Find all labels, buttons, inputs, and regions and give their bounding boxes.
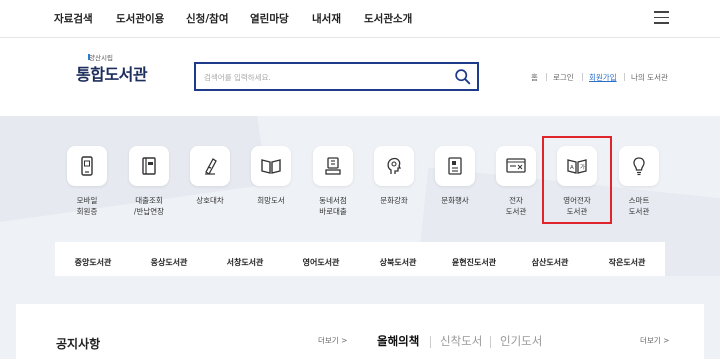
notice-more-link[interactable]: 더보기 > bbox=[318, 335, 347, 346]
quick-item-culture-lecture[interactable]: 문화강좌 bbox=[363, 146, 425, 206]
highlight-box bbox=[542, 136, 612, 224]
login-link[interactable]: 로그인 bbox=[553, 72, 574, 83]
notice-title: 공지사항 bbox=[56, 337, 101, 351]
logo-title: 통합도서관 bbox=[76, 65, 148, 84]
quick-item-label: 전자 도서관 bbox=[505, 196, 527, 216]
monitor-icon bbox=[506, 158, 526, 173]
quick-item-interlibrary-loan[interactable]: 상호대차 bbox=[179, 146, 241, 206]
quick-item-label: 문화강좌 bbox=[380, 196, 408, 205]
nav-item-apply[interactable]: 신청/참여 bbox=[186, 11, 228, 26]
join-link[interactable]: 회원가입 bbox=[589, 72, 617, 83]
nav-item-about[interactable]: 도서관소개 bbox=[364, 11, 412, 26]
tab-new-books[interactable]: 신착도서 bbox=[440, 333, 482, 349]
divider bbox=[490, 336, 491, 348]
nav-item-open-forum[interactable]: 열린마당 bbox=[250, 11, 289, 26]
quick-item-label: 모바일 회원증 bbox=[76, 196, 98, 216]
quick-item-label: 대출조회 /반납연장 bbox=[133, 196, 165, 216]
pen-exchange-icon bbox=[205, 158, 217, 175]
header: 양산시립 통합도서관 홈 로그인 회원가입 나의 도서관 bbox=[0, 38, 720, 116]
quick-item-smart-library[interactable]: 스마트 도서관 bbox=[608, 146, 670, 217]
home-link[interactable]: 홈 bbox=[531, 72, 538, 83]
quick-item-e-library[interactable]: 전자 도서관 bbox=[485, 146, 547, 217]
search-icon[interactable] bbox=[454, 68, 471, 85]
quick-item-wish-book[interactable]: 희망도서 bbox=[240, 146, 302, 206]
divider bbox=[582, 73, 583, 81]
quick-item-label: 동네서점 바로대출 bbox=[319, 196, 347, 216]
divider bbox=[430, 336, 431, 348]
books-more-link[interactable]: 더보기 > bbox=[640, 335, 669, 346]
tab-book-of-year[interactable]: 올해의책 bbox=[377, 333, 419, 349]
nav-item-my-library[interactable]: 내서재 bbox=[312, 11, 341, 26]
quick-item-culture-event[interactable]: 문화행사 bbox=[424, 146, 486, 206]
top-navigation: 자료검색 도서관이용 신청/참여 열린마당 내서재 도서관소개 bbox=[0, 0, 720, 38]
head-lecture-icon bbox=[387, 157, 402, 174]
search-input[interactable] bbox=[204, 69, 439, 85]
bookstore-icon bbox=[325, 157, 341, 175]
quick-item-label: 상호대차 bbox=[196, 196, 224, 205]
logo[interactable]: 양산시립 통합도서관 bbox=[76, 52, 148, 94]
tab-popular-books[interactable]: 인기도서 bbox=[500, 333, 542, 349]
open-book-icon bbox=[261, 159, 281, 174]
quick-item-label: 스마트 도서관 bbox=[628, 196, 650, 216]
my-library-link[interactable]: 나의 도서관 bbox=[631, 72, 668, 83]
mobile-card-icon bbox=[81, 156, 93, 176]
book-loan-icon bbox=[142, 157, 156, 175]
nav-item-library-use[interactable]: 도서관이용 bbox=[116, 11, 164, 26]
lightbulb-icon bbox=[633, 157, 645, 176]
divider bbox=[546, 73, 547, 81]
quick-item-label: 문화행사 bbox=[441, 196, 469, 205]
quick-item-loan-status[interactable]: 대출조회 /반납연장 bbox=[118, 146, 180, 217]
hamburger-menu-icon[interactable] bbox=[654, 11, 669, 24]
divider bbox=[624, 73, 625, 81]
nav-item-search[interactable]: 자료검색 bbox=[54, 11, 93, 26]
event-document-icon bbox=[448, 157, 462, 175]
quick-item-mobile-card[interactable]: 모바일 회원증 bbox=[56, 146, 118, 217]
quick-item-local-bookstore[interactable]: 동네서점 바로대출 bbox=[302, 146, 364, 217]
content-panel bbox=[16, 304, 704, 359]
search-box bbox=[194, 62, 479, 91]
quick-item-label: 희망도서 bbox=[257, 196, 285, 205]
